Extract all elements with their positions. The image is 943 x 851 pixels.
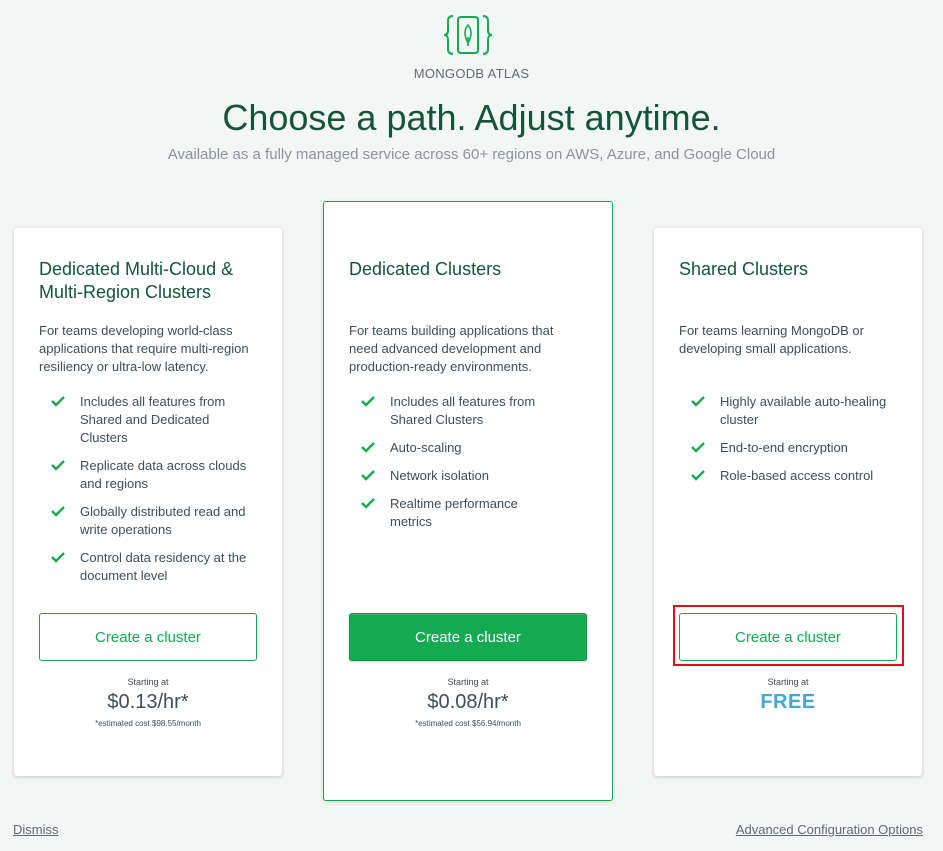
check-icon bbox=[51, 506, 65, 517]
card-description: For teams building applications that nee… bbox=[349, 323, 554, 374]
card-title: Shared Clusters bbox=[679, 259, 809, 279]
feature-label: Highly available auto-healing cluster bbox=[720, 394, 887, 427]
feature-label: Role-based access control bbox=[720, 468, 874, 483]
feature-label: Realtime performance metrics bbox=[390, 496, 518, 529]
card-shared-clusters: Shared Clusters For teams learning Mongo… bbox=[654, 228, 922, 776]
price-value: $0.13/hr* bbox=[107, 691, 189, 713]
check-icon bbox=[361, 442, 375, 453]
feature-label: Globally distributed read and write oper… bbox=[80, 504, 246, 537]
feature-label: Replicate data across clouds and regions bbox=[80, 458, 247, 491]
feature-list: Includes all features from Shared and De… bbox=[39, 393, 249, 595]
estimated-cost: *estimated cost $56.94/month bbox=[415, 719, 521, 728]
feature-item: Realtime performance metrics bbox=[349, 495, 559, 531]
create-cluster-button-dedicated[interactable]: Create a cluster bbox=[349, 613, 587, 661]
feature-item: Auto-scaling bbox=[349, 439, 559, 457]
check-icon bbox=[51, 552, 65, 563]
feature-label: Auto-scaling bbox=[390, 440, 462, 455]
price-free: FREE bbox=[760, 691, 816, 713]
price-block: Starting at FREE bbox=[654, 677, 922, 714]
dismiss-link[interactable]: Dismiss bbox=[13, 822, 59, 837]
feature-label: End-to-end encryption bbox=[720, 440, 848, 455]
price-value: $0.08/hr* bbox=[427, 691, 509, 713]
card-description: For teams developing world-class applica… bbox=[39, 323, 249, 374]
feature-item: Network isolation bbox=[349, 467, 559, 485]
card-dedicated-clusters: Dedicated Clusters For teams building ap… bbox=[323, 201, 613, 801]
page-subheadline: Available as a fully managed service acr… bbox=[167, 146, 776, 163]
feature-item: Includes all features from Shared Cluste… bbox=[349, 393, 559, 429]
feature-item: Replicate data across clouds and regions bbox=[39, 457, 249, 493]
highlight-box bbox=[673, 605, 904, 666]
card-title: Dedicated Multi-Cloud & Multi-Region Clu… bbox=[39, 259, 234, 302]
card-dedicated-multi-cloud: Dedicated Multi-Cloud & Multi-Region Clu… bbox=[14, 228, 282, 776]
check-icon bbox=[361, 470, 375, 481]
advanced-configuration-link[interactable]: Advanced Configuration Options bbox=[736, 822, 923, 837]
feature-label: Control data residency at the document l… bbox=[80, 550, 247, 583]
feature-label: Includes all features from Shared Cluste… bbox=[390, 394, 536, 427]
feature-list: Highly available auto-healing cluster En… bbox=[679, 393, 889, 495]
feature-item: Role-based access control bbox=[679, 467, 889, 485]
starting-at-label: Starting at bbox=[127, 677, 169, 687]
check-icon bbox=[691, 396, 705, 407]
check-icon bbox=[691, 470, 705, 481]
feature-item: Control data residency at the document l… bbox=[39, 549, 249, 585]
feature-list: Includes all features from Shared Cluste… bbox=[349, 393, 559, 541]
starting-at-label: Starting at bbox=[767, 677, 809, 687]
feature-item: Includes all features from Shared and De… bbox=[39, 393, 249, 447]
feature-item: Globally distributed read and write oper… bbox=[39, 503, 249, 539]
card-description: For teams learning MongoDB or developing… bbox=[679, 323, 864, 356]
feature-label: Includes all features from Shared and De… bbox=[80, 394, 226, 445]
card-title: Dedicated Clusters bbox=[349, 259, 502, 279]
check-icon bbox=[361, 396, 375, 407]
starting-at-label: Starting at bbox=[447, 677, 489, 687]
estimated-cost: *estimated cost $98.55/month bbox=[95, 719, 201, 728]
price-block: Starting at $0.13/hr* *estimated cost $9… bbox=[14, 677, 282, 728]
check-icon bbox=[51, 396, 65, 407]
price-block: Starting at $0.08/hr* *estimated cost $5… bbox=[324, 677, 612, 728]
check-icon bbox=[361, 498, 375, 509]
brand-name: MONGODB ATLAS bbox=[413, 66, 530, 81]
page-headline: Choose a path. Adjust anytime. bbox=[222, 97, 721, 138]
check-icon bbox=[691, 442, 705, 453]
mongodb-leaf-logo-icon bbox=[443, 15, 493, 55]
feature-item: End-to-end encryption bbox=[679, 439, 889, 457]
create-cluster-button-multi-cloud[interactable]: Create a cluster bbox=[39, 613, 257, 661]
feature-item: Highly available auto-healing cluster bbox=[679, 393, 889, 429]
check-icon bbox=[51, 460, 65, 471]
feature-label: Network isolation bbox=[390, 468, 489, 483]
